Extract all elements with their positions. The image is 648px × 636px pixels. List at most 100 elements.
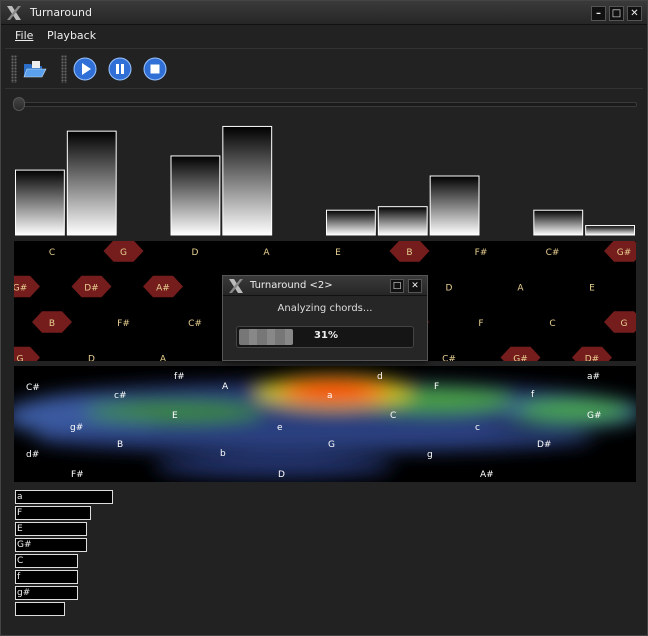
minimize-button[interactable]: – [591, 6, 606, 21]
chord-label: a [17, 492, 23, 502]
x-logo-icon [7, 6, 21, 20]
tonnetz-note-label: E [589, 284, 595, 294]
chord-score-bar [15, 506, 91, 520]
close-icon: ✕ [411, 281, 419, 291]
tonnetz-note-label: G [120, 248, 127, 258]
heatmap-key-label: B [117, 440, 123, 450]
list-item: E [15, 521, 155, 537]
heatmap-key-label: F [434, 382, 439, 392]
heatmap-key-label: e [277, 423, 283, 433]
heatmap-key-label: b [220, 449, 226, 459]
dialog-maximize-button[interactable]: □ [390, 279, 404, 293]
chroma-bar [66, 130, 117, 236]
chord-score-bar [15, 522, 87, 536]
chroma-bar [326, 209, 376, 236]
dialog-title-bar[interactable]: Turnaround <2> □ ✕ [223, 276, 427, 296]
tonnetz-note-label: E [335, 248, 341, 258]
menu-file-label: File [15, 29, 34, 42]
dialog-message: Analyzing chords... [277, 303, 373, 314]
chroma-bar [533, 209, 584, 236]
chord-candidate-list: a F E G# Cf g# [15, 489, 155, 617]
chord-label: C [17, 556, 24, 566]
folder-open-icon[interactable] [21, 56, 47, 82]
heatmap-key-label: a# [587, 372, 600, 382]
chroma-bar [170, 155, 221, 236]
list-item: f [15, 569, 155, 585]
chord-score-bar [15, 570, 78, 584]
main-window: Turnaround – □ ✕ File Playback C G D A E… [0, 0, 648, 636]
tonnetz-note-label: B [406, 248, 412, 258]
list-item: a [15, 489, 155, 505]
chord-label: g# [17, 588, 31, 598]
heatmap-key-label: c# [114, 391, 127, 401]
chord-label: f [17, 572, 21, 582]
tonnetz-note-label: C [549, 319, 555, 329]
menu-playback[interactable]: Playback [47, 29, 96, 42]
tonnetz-note-label: C [49, 248, 55, 258]
play-icon[interactable] [72, 56, 98, 82]
tonnetz-note-label: A [517, 284, 524, 294]
stop-icon[interactable] [142, 56, 168, 82]
tonnetz-note-label: F# [475, 248, 488, 258]
heatmap-key-label: A [222, 382, 229, 392]
tonnetz-note-label: A [263, 248, 270, 258]
toolbar [1, 51, 647, 87]
chord-label: G# [17, 540, 32, 550]
title-bar[interactable]: Turnaround – □ ✕ [1, 1, 647, 25]
maximize-button[interactable]: □ [609, 6, 624, 21]
position-slider-handle[interactable] [13, 97, 25, 111]
tonnetz-note-label: D [88, 355, 95, 362]
menu-file[interactable]: File [15, 29, 33, 42]
x-logo-icon [229, 279, 243, 293]
menu-bar: File Playback [1, 26, 647, 48]
chroma-bar [377, 206, 428, 236]
tonnetz-note-label: D# [84, 284, 98, 294]
heatmap-key-label: C# [26, 383, 40, 393]
list-item [15, 601, 155, 617]
chord-score-bar [15, 554, 78, 568]
dialog-title: Turnaround <2> [250, 280, 333, 291]
heatmap-key-label: G# [587, 411, 602, 421]
chroma-bars-panel [14, 113, 636, 237]
list-item: F [15, 505, 155, 521]
minimize-icon: – [596, 8, 601, 19]
heatmap-key-label: g# [70, 423, 83, 433]
maximize-icon: □ [392, 281, 402, 291]
tonnetz-note-label: F [478, 319, 483, 329]
menu-divider [5, 48, 643, 49]
heatmap-field [14, 376, 636, 478]
heatmap-key-label: A# [480, 470, 494, 480]
tonnetz-note-label: C# [546, 248, 560, 258]
chord-label: E [17, 524, 23, 534]
close-button[interactable]: ✕ [627, 6, 642, 21]
tonnetz-note-label: C# [442, 355, 456, 362]
list-item: G# [15, 537, 155, 553]
pause-icon[interactable] [107, 56, 133, 82]
chroma-bar [222, 125, 273, 236]
list-item: C [15, 553, 155, 569]
progress-bar: 31% [236, 326, 414, 348]
heatmap-key-label: F# [71, 470, 84, 480]
tonnetz-note-label: D# [585, 355, 599, 362]
heatmap-key-label: D# [537, 440, 551, 450]
chroma-bar [585, 225, 636, 236]
tonnetz-note-label: G# [617, 248, 632, 258]
toolbar-grip-2[interactable] [61, 55, 67, 83]
tonnetz-note-label: A# [156, 284, 170, 294]
tonnetz-note-label: C# [188, 319, 202, 329]
chord-score-bar [15, 490, 113, 504]
heatmap-key-label: d [377, 372, 383, 382]
heatmap-key-label: d# [26, 450, 39, 460]
window-title: Turnaround [30, 6, 92, 19]
dialog-close-button[interactable]: ✕ [408, 279, 422, 293]
tonnetz-note-label: A [160, 355, 167, 362]
heatmap-key-label: E [172, 411, 178, 421]
key-heatmap-panel: C#f#AdFa#c# a fg#EeCcG#B G D#d# b gF# D A# [14, 366, 636, 482]
toolbar-grip[interactable] [11, 55, 17, 83]
position-slider-track[interactable] [15, 102, 637, 107]
heatmap-key-label: c [475, 423, 480, 433]
chroma-bar [429, 175, 480, 236]
heatmap-key-label: f# [174, 372, 185, 382]
chord-label: F [17, 508, 23, 518]
heatmap-key-label: g [427, 450, 433, 460]
